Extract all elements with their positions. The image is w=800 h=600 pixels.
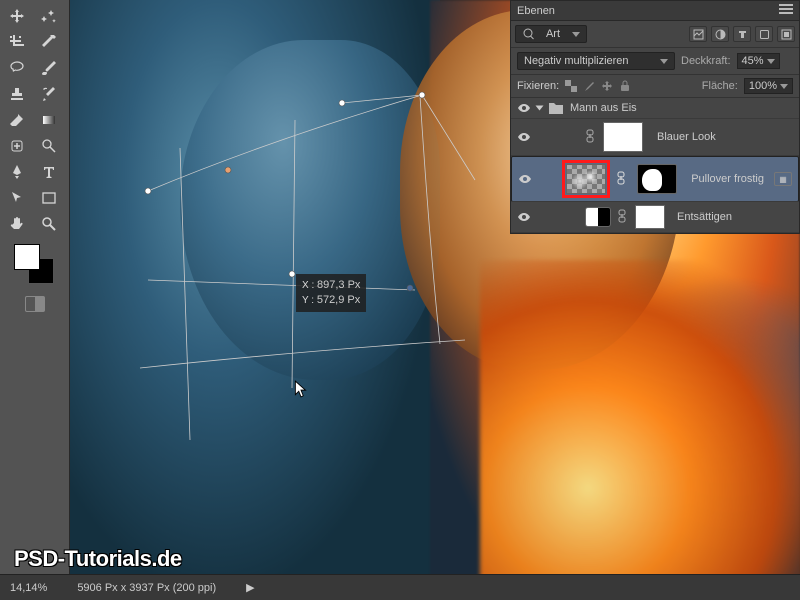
stamp-tool[interactable] [2,82,32,106]
doc-dimensions: 5906 Px x 3937 Px (200 ppi) [77,582,216,594]
folder-icon [548,101,564,115]
cursor-icon [294,380,308,401]
filter-type-icon[interactable] [733,26,751,42]
coord-tooltip: X : 897,3 PxY : 572,9 Px [296,274,366,312]
fill-input[interactable]: 100% [744,78,793,94]
lock-pixels-icon[interactable] [583,80,595,92]
move-tool[interactable] [2,4,32,28]
filter-shape-icon[interactable] [755,26,773,42]
filter-buttons [689,26,795,42]
lock-all-icon[interactable] [619,80,631,92]
rectangle-tool[interactable] [34,186,64,210]
layer-thumb [603,122,643,152]
filter-smart-icon[interactable] [777,26,795,42]
visibility-icon[interactable] [517,130,531,144]
hand-tool[interactable] [2,212,32,236]
zoom-tool[interactable] [34,212,64,236]
smartobj-icon: ▦ [774,172,792,186]
layer-name: Pullover frostig [691,173,764,185]
layers-panel: Ebenen Art Negativ multiplizieren Deckkr… [510,0,800,234]
visibility-icon[interactable] [517,101,531,115]
link-icon [616,171,628,188]
status-caret[interactable]: ▶ [246,581,254,594]
visibility-icon[interactable] [517,210,531,224]
eyedropper-tool[interactable] [34,30,64,54]
opacity-label: Deckkraft: [681,55,731,67]
layer-item[interactable]: Entsättigen [511,202,799,233]
eraser-tool[interactable] [2,108,32,132]
panel-menu-icon[interactable] [779,4,793,17]
color-swatch[interactable] [14,244,54,284]
visibility-icon[interactable] [518,172,532,186]
panel-title: Ebenen [517,5,555,17]
blend-mode-select[interactable]: Negativ multiplizieren [517,52,675,70]
mask-thumb [635,205,665,229]
fill-label: Fläche: [702,80,738,92]
mask-thumb [637,164,677,194]
lasso-tool[interactable] [2,56,32,80]
expand-icon[interactable] [536,106,544,111]
gradient-tool[interactable] [34,108,64,132]
healing-tool[interactable] [2,134,32,158]
link-icon [585,129,597,146]
opacity-input[interactable]: 45% [737,53,780,69]
lock-row: Fixieren: Fläche: 100% [511,74,799,98]
watermark: PSD-Tutorials.de [14,546,182,572]
lock-trans-icon[interactable] [565,80,577,92]
layer-item[interactable]: Blauer Look [511,119,799,156]
group-name: Mann aus Eis [570,102,637,114]
layer-kind-filter[interactable]: Art [515,25,587,43]
tools-palette [0,0,70,600]
status-bar: 14,14% 5906 Px x 3937 Px (200 ppi) ▶ [0,574,800,600]
filter-adjust-icon[interactable] [711,26,729,42]
layer-name: Blauer Look [657,131,716,143]
layer-item-selected[interactable]: Pullover frostig ▦ [511,156,799,202]
brush-tool[interactable] [34,56,64,80]
filter-pixel-icon[interactable] [689,26,707,42]
history-brush-tool[interactable] [34,82,64,106]
layer-thumb [566,164,606,194]
layer-name: Entsättigen [677,211,732,223]
crop-tool[interactable] [2,30,32,54]
path-select-tool[interactable] [2,186,32,210]
quickmask-toggle[interactable] [25,296,45,312]
type-tool[interactable] [34,160,64,184]
highlight-box [562,160,610,198]
lock-position-icon[interactable] [601,80,613,92]
link-icon [617,209,629,226]
magic-wand-tool[interactable] [34,4,64,28]
layer-group[interactable]: Mann aus Eis [511,98,799,119]
pen-tool[interactable] [2,160,32,184]
adjustment-icon [585,207,611,227]
zoom-level[interactable]: 14,14% [10,582,47,594]
dodge-tool[interactable] [34,134,64,158]
